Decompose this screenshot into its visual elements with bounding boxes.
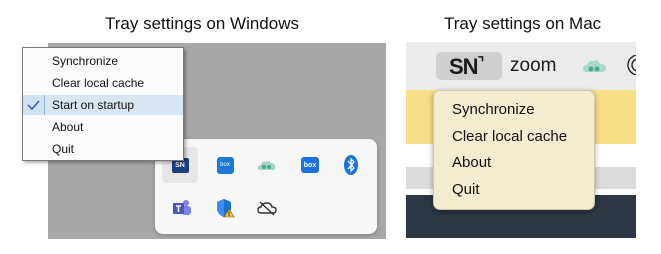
windows-menu-item-clear-cache[interactable]: Clear local cache [23, 73, 183, 93]
zoom-menubar-icon[interactable]: zoom [510, 55, 556, 77]
mac-screenshot: SN⌝ zoom Synchronize Clear local cache A… [406, 42, 636, 238]
mac-menubar: SN⌝ zoom [406, 42, 636, 90]
windows-menu-item-synchronize[interactable]: Synchronize [23, 51, 183, 71]
checkmark-box [23, 95, 45, 115]
windows-menu-item-quit[interactable]: Quit [23, 139, 183, 159]
cloud-icon [258, 161, 276, 170]
security-tray-icon[interactable] [215, 198, 235, 218]
mac-caption: Tray settings on Mac [444, 14, 602, 33]
box-tray-icon[interactable]: box [300, 155, 320, 175]
mac-menu-item-clear-cache[interactable]: Clear local cache [452, 128, 567, 145]
windows-caption: Tray settings on Windows [105, 14, 299, 33]
checkmark-icon [27, 100, 40, 111]
cloud-tray-icon[interactable] [257, 155, 277, 175]
mac-menu-item-quit[interactable]: Quit [452, 181, 480, 198]
teams-icon [173, 200, 191, 215]
box-drive-tray-icon[interactable]: box [215, 155, 235, 175]
windows-menu-item-about[interactable]: About [23, 117, 183, 137]
sn-logo[interactable]: SN⌝ [449, 54, 484, 80]
cloud-off-icon [257, 201, 277, 216]
radar-menubar-icon[interactable] [626, 55, 636, 75]
bluetooth-tray-icon[interactable] [341, 155, 361, 175]
mac-menu-item-about[interactable]: About [452, 154, 491, 171]
cloud-menubar-icon[interactable] [582, 58, 608, 74]
mac-dropdown-menu: Synchronize Clear local cache About Quit [433, 90, 595, 210]
teams-tray-icon[interactable] [172, 198, 192, 218]
bluetooth-icon [344, 155, 358, 175]
windows-tray-flyout: SN box box [155, 139, 377, 234]
windows-menu-item-start-on-startup[interactable]: Start on startup [23, 95, 183, 115]
shield-warning-icon [217, 199, 235, 218]
box-icon: box [301, 157, 319, 173]
cloud-off-tray-icon[interactable] [257, 198, 277, 218]
box-drive-icon: box [216, 156, 234, 174]
windows-context-menu: Synchronize Clear local cache Start on s… [22, 47, 184, 161]
mac-menu-item-synchronize[interactable]: Synchronize [452, 101, 535, 118]
